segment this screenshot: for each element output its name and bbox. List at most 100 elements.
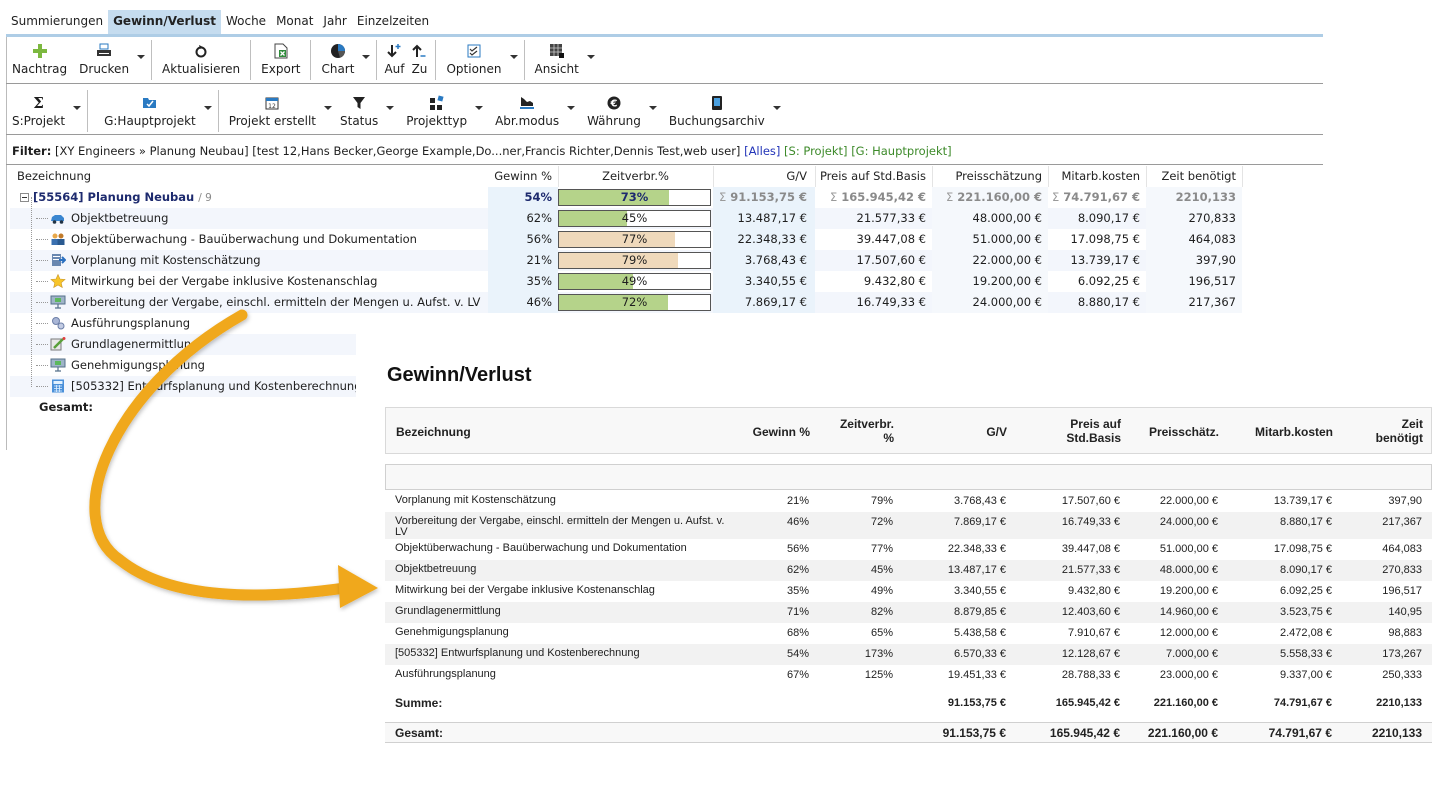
root-preisschaetzung: Σ 221.160,00 €: [932, 187, 1048, 208]
s-projekt-dropdown[interactable]: [71, 88, 83, 134]
tab-jahr[interactable]: Jahr: [318, 10, 351, 36]
grid-row[interactable]: Objektbetreuung 62% 45% 13.487,17 € 21.5…: [10, 208, 1242, 229]
column-separator: [815, 166, 816, 187]
report-group-header: [385, 464, 1432, 490]
tab-summierungen[interactable]: Summierungen: [6, 10, 108, 36]
project-root-row[interactable]: [55564] Planung Neubau/ 9 54% 73% Σ 91.15…: [10, 187, 1242, 208]
report-row-gewinn: 71%: [786, 606, 809, 618]
root-gv-value: 91.153,75 €: [730, 190, 807, 204]
report-row-gv: 6.570,33 €: [954, 648, 1006, 660]
tab-monat[interactable]: Monat: [271, 10, 318, 36]
refresh-icon: [192, 42, 210, 60]
projekttyp-dropdown[interactable]: [473, 88, 485, 134]
buchungsarchiv-button[interactable]: Buchungsarchiv: [659, 88, 771, 134]
zeitverbr-bar: 72%: [558, 294, 711, 311]
tree-connector: [36, 218, 48, 219]
auf-button[interactable]: Auf: [381, 38, 407, 82]
row-gewinn: 56%: [488, 229, 558, 250]
grid-row[interactable]: Objektüberwachung - Bauüberwachung und D…: [10, 229, 1242, 250]
waehrung-button[interactable]: € Währung: [577, 88, 647, 134]
star-icon: [50, 273, 66, 289]
filter-alles-link[interactable]: [Alles]: [744, 144, 780, 158]
tab-einzelzeiten[interactable]: Einzelzeiten: [352, 10, 434, 36]
filter-label: Filter:: [12, 144, 52, 158]
tab-underline: [6, 34, 1323, 37]
report-row-mitarb: 17.098,75 €: [1273, 543, 1332, 555]
column-header-mitarb[interactable]: Mitarb.kosten: [1048, 166, 1146, 187]
calendar-icon: 12: [263, 94, 281, 112]
tab-gewinn-verlust[interactable]: Gewinn/Verlust: [108, 10, 221, 36]
column-header-preis[interactable]: Preis auf Std.Basis: [815, 166, 932, 187]
aktualisieren-button[interactable]: Aktualisieren: [156, 38, 246, 82]
report-row-gewinn: 62%: [786, 564, 809, 576]
report-row-gewinn: 68%: [786, 627, 809, 639]
chart-dropdown[interactable]: [360, 38, 372, 82]
export-button[interactable]: Export: [255, 38, 306, 82]
drucken-button[interactable]: Drucken: [73, 38, 135, 82]
nachtrag-button[interactable]: Nachtrag: [6, 38, 73, 82]
report-row-zeit: 464,083: [1382, 543, 1422, 555]
abr-modus-button[interactable]: Abr.modus: [485, 88, 565, 134]
projekt-erstellt-dropdown[interactable]: [322, 88, 334, 134]
report-row-mitarb: 9.337,00 €: [1280, 669, 1332, 681]
projekttyp-button[interactable]: Projekttyp: [396, 88, 473, 134]
column-header-bezeichnung[interactable]: Bezeichnung: [10, 166, 488, 187]
presentation-icon: [50, 358, 66, 372]
report-row-preis: 17.507,60 €: [1061, 495, 1120, 507]
collapse-icon[interactable]: [20, 193, 29, 202]
g-hauptprojekt-button[interactable]: G:Hauptprojekt: [92, 88, 202, 134]
report-row: Objektbetreuung 62% 45% 13.487,17 € 21.5…: [385, 560, 1432, 581]
report-row-zeit: 98,883: [1388, 627, 1422, 639]
abr-modus-dropdown[interactable]: [565, 88, 577, 134]
row-zeitverbr-value: 77%: [621, 232, 648, 246]
grid-row[interactable]: Mitwirkung bei der Vergabe inklusive Kos…: [10, 271, 1242, 292]
table-view-icon: [548, 42, 566, 60]
row-preis: 16.749,33 €: [856, 295, 927, 309]
buchungsarchiv-dropdown[interactable]: [771, 88, 783, 134]
column-header-zeitverbr[interactable]: Zeitverbr.%: [558, 166, 713, 187]
row-zeit: 397,90: [1146, 250, 1242, 271]
projekt-erstellt-button[interactable]: 12 Projekt erstellt: [223, 88, 322, 134]
column-header-preisschaetzung[interactable]: Preisschätzung: [932, 166, 1048, 187]
column-header-gv[interactable]: G/V: [713, 166, 815, 187]
row-name: Vorplanung mit Kostenschätzung: [71, 253, 261, 267]
report-row-zeitverbr: 125%: [864, 669, 893, 681]
filter-g-hauptprojekt-tag[interactable]: [G: Hauptprojekt]: [851, 144, 951, 158]
s-projekt-button[interactable]: Σ S:Projekt: [6, 88, 71, 134]
report-row-zeit: 173,267: [1382, 648, 1422, 660]
column-header-gewinn[interactable]: Gewinn %: [488, 166, 558, 187]
g-hauptprojekt-dropdown[interactable]: [202, 88, 214, 134]
main-toolbar: Nachtrag Drucken Aktualisieren Export Ch…: [6, 38, 597, 82]
report-row-mitarb: 8.880,17 €: [1280, 516, 1332, 528]
optionen-button[interactable]: Optionen: [440, 38, 507, 82]
people-icon: [50, 232, 66, 246]
report-row-mitarb: 8.090,17 €: [1280, 564, 1332, 576]
column-header-zeit[interactable]: Zeit benötigt: [1146, 166, 1242, 187]
separator: [376, 40, 378, 80]
status-button[interactable]: Status: [334, 88, 384, 134]
report-row: Objektüberwachung - Bauüberwachung und D…: [385, 539, 1432, 560]
status-dropdown[interactable]: [384, 88, 396, 134]
report-row-mitarb: 13.739,17 €: [1273, 495, 1332, 507]
report-row-schaetz: 7.000,00 €: [1166, 648, 1218, 660]
chart-button[interactable]: Chart: [315, 38, 360, 82]
zu-button[interactable]: Zu: [407, 38, 431, 82]
row-gewinn: 21%: [488, 250, 558, 271]
separator: [217, 90, 219, 132]
grid-row[interactable]: Vorbereitung der Vergabe, einschl. ermit…: [10, 292, 1242, 313]
tab-woche[interactable]: Woche: [221, 10, 271, 36]
report-row-preis: 16.749,33 €: [1061, 516, 1120, 528]
row-mitarb: 17.098,75 €: [1070, 232, 1141, 246]
filter-s-projekt-tag[interactable]: [S: Projekt]: [784, 144, 848, 158]
ansicht-button[interactable]: Ansicht: [529, 38, 585, 82]
sigma-icon: Σ: [829, 190, 838, 204]
grid-row[interactable]: Vorplanung mit Kostenschätzung 21% 79% 3…: [10, 250, 1242, 271]
ansicht-dropdown[interactable]: [585, 38, 597, 82]
sigma-icon: Σ: [718, 190, 727, 204]
waehrung-dropdown[interactable]: [647, 88, 659, 134]
row-preisschaetzung: 51.000,00 €: [932, 229, 1048, 250]
separator: [523, 40, 525, 80]
report-row-zeit: 140,95: [1388, 606, 1422, 618]
drucken-dropdown[interactable]: [135, 38, 147, 82]
optionen-dropdown[interactable]: [508, 38, 520, 82]
